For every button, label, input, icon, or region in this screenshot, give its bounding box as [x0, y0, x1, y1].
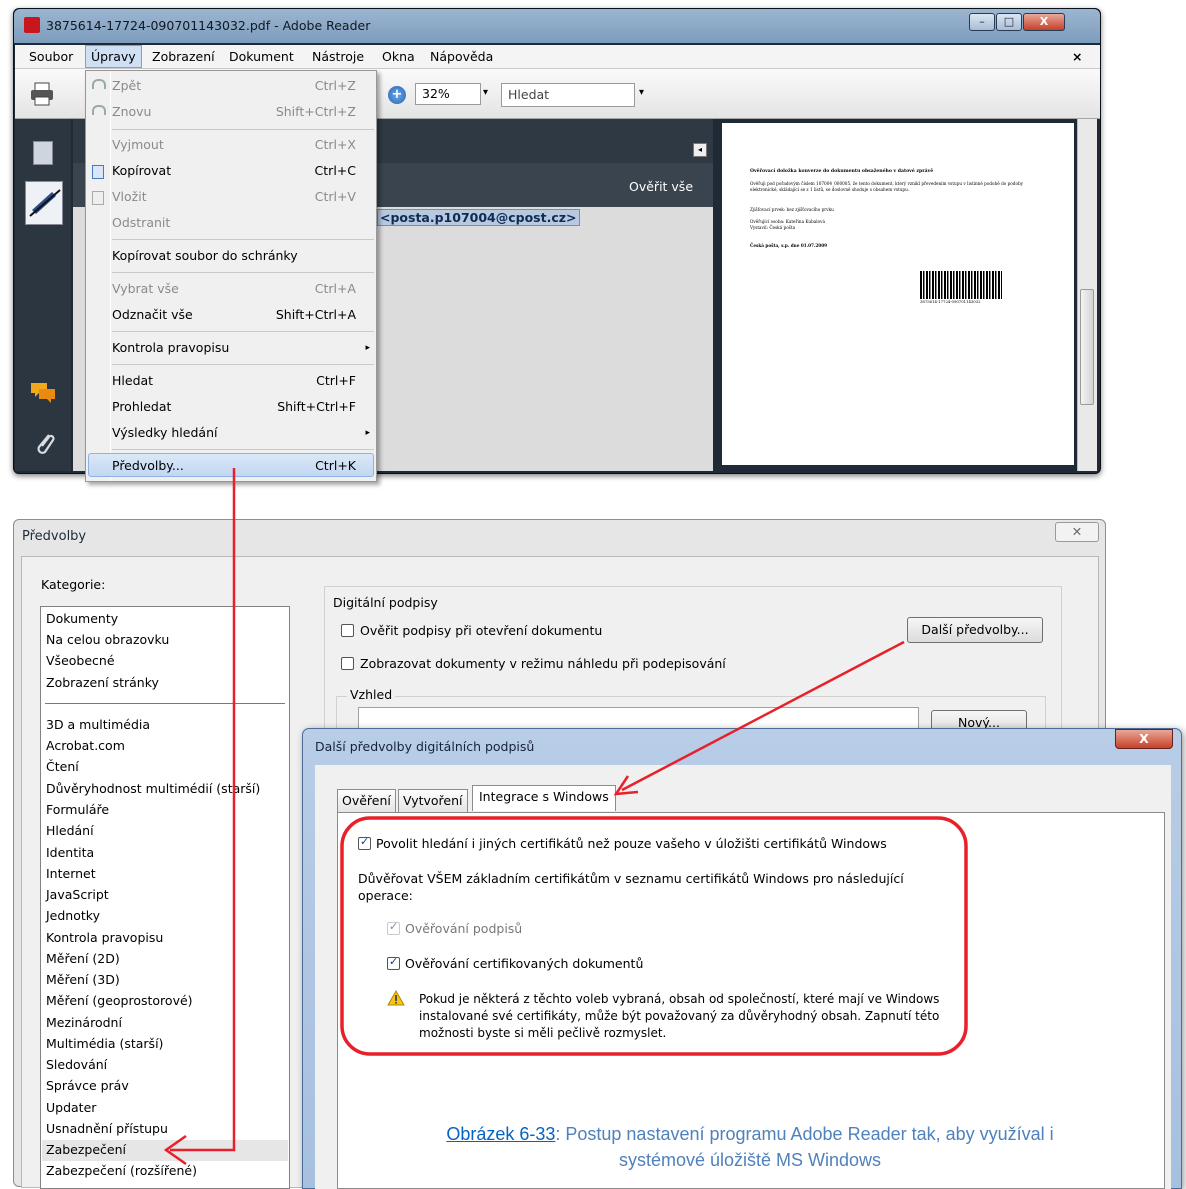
annotation-overlay — [163, 468, 968, 1166]
annotation-highlight-box — [340, 816, 968, 1056]
annotation-arrow-line — [170, 468, 236, 1152]
annotation-arrowhead — [613, 775, 639, 796]
annotation-arrow-line — [621, 640, 905, 792]
